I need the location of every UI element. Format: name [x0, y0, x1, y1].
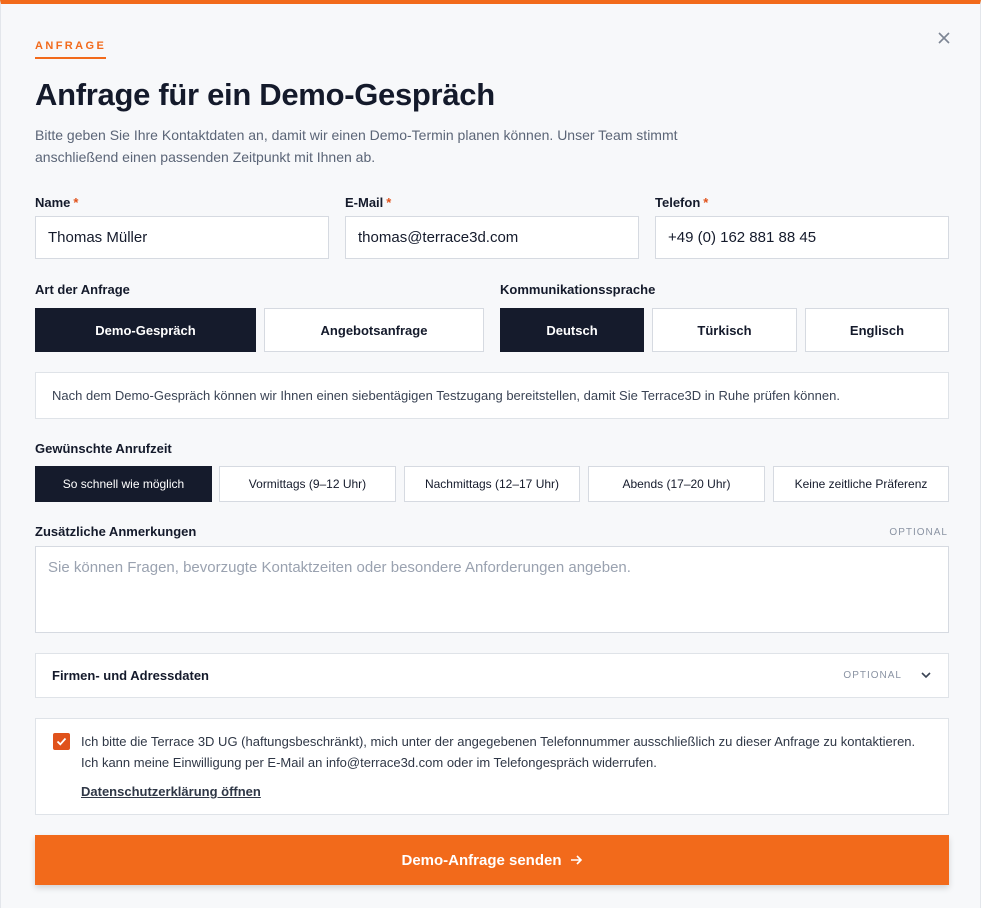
language-german[interactable]: Deutsch: [500, 308, 644, 352]
phone-label: Telefon *: [655, 195, 709, 210]
language-label: Kommunikationssprache: [500, 282, 656, 297]
page-title: Anfrage für ein Demo-Gespräch: [35, 77, 495, 112]
name-label: Name *: [35, 195, 79, 210]
submit-label: Demo-Anfrage senden: [401, 851, 562, 869]
call-time-label: Gewünschte Anrufzeit: [35, 441, 172, 456]
request-type-offer[interactable]: Angebotsanfrage: [264, 308, 484, 352]
request-type-label: Art der Anfrage: [35, 282, 130, 297]
call-time-morning[interactable]: Vormittags (9–12 Uhr): [219, 466, 396, 502]
language-english[interactable]: Englisch: [805, 308, 949, 352]
required-mark: *: [703, 195, 709, 210]
eyebrow-label: ANFRAGE: [35, 40, 107, 59]
check-icon: [56, 737, 67, 746]
name-field[interactable]: Thomas Müller: [35, 216, 329, 259]
company-address-accordion[interactable]: Firmen- und Adressdaten OPTIONAL: [35, 653, 949, 698]
accordion-title: Firmen- und Adressdaten: [52, 668, 209, 683]
chevron-down-icon: [920, 668, 932, 686]
call-time-afternoon[interactable]: Nachmittags (12–17 Uhr): [404, 466, 580, 502]
email-label: E-Mail *: [345, 195, 392, 210]
phone-field[interactable]: +49 (0) 162 881 88 45: [655, 216, 949, 259]
demo-request-modal: ANFRAGE Anfrage für ein Demo-Gespräch Bi…: [0, 0, 981, 908]
notes-optional-tag: OPTIONAL: [889, 527, 948, 538]
notes-textarea[interactable]: Sie können Fragen, bevorzugte Kontaktzei…: [35, 546, 949, 633]
notes-label: Zusätzliche Anmerkungen: [35, 524, 197, 539]
request-type-demo[interactable]: Demo-Gespräch: [35, 308, 256, 352]
language-turkish[interactable]: Türkisch: [652, 308, 797, 352]
close-button[interactable]: [934, 28, 954, 48]
call-time-evening[interactable]: Abends (17–20 Uhr): [588, 466, 765, 502]
call-time-no-preference[interactable]: Keine zeitliche Präferenz: [773, 466, 949, 502]
consent-checkbox[interactable]: [53, 733, 70, 750]
close-icon: [938, 32, 950, 44]
submit-button[interactable]: Demo-Anfrage senden: [35, 835, 949, 885]
accordion-optional-tag: OPTIONAL: [843, 670, 902, 681]
intro-text: Bitte geben Sie Ihre Kontaktdaten an, da…: [35, 127, 678, 165]
required-mark: *: [386, 195, 392, 210]
arrow-right-icon: [570, 855, 582, 865]
privacy-policy-link[interactable]: Datenschutzerklärung öffnen: [81, 784, 261, 799]
call-time-asap[interactable]: So schnell wie möglich: [35, 466, 212, 502]
trial-info-note: Nach dem Demo-Gespräch können wir Ihnen …: [35, 372, 949, 419]
consent-box: Ich bitte die Terrace 3D UG (haftungsbes…: [35, 718, 949, 815]
consent-text: Ich bitte die Terrace 3D UG (haftungsbes…: [81, 734, 916, 770]
email-field[interactable]: thomas@terrace3d.com: [345, 216, 639, 259]
required-mark: *: [73, 195, 79, 210]
